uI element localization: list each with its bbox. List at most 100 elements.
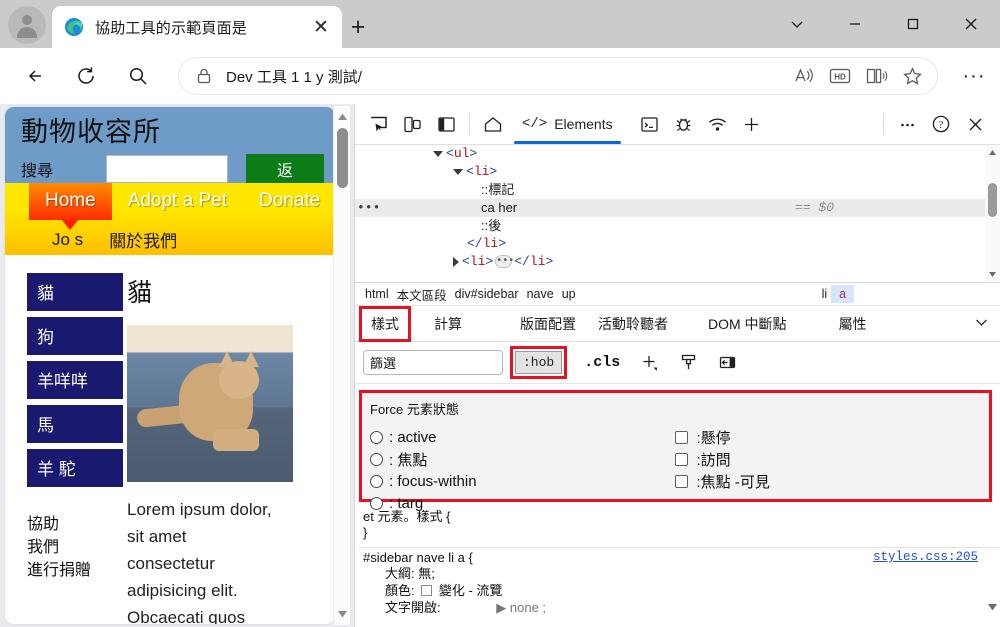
page-scrollbar[interactable]	[333, 106, 350, 625]
css-declaration-outline[interactable]: 大綱: 無;	[363, 565, 1000, 582]
network-wifi-icon[interactable]	[701, 108, 735, 140]
dom-node-ul[interactable]: <ul>	[355, 145, 1000, 163]
checkbox-hover[interactable]	[674, 430, 688, 444]
favorites-star-icon[interactable]	[894, 59, 930, 93]
nav-item-home[interactable]: Home	[29, 183, 112, 220]
page-scrollbar-thumb[interactable]	[337, 128, 348, 188]
help-link-donate[interactable]: 進行捐贈	[27, 559, 127, 582]
tab-styles[interactable]: 樣式	[359, 305, 411, 342]
breadcrumb-item-sidebar[interactable]: div#sidebar	[451, 287, 523, 301]
css-declaration-color-value[interactable]: 變化 - 流覽	[439, 583, 503, 598]
profile-avatar-button[interactable]	[8, 6, 46, 44]
tab-event-listeners[interactable]: 活動聆聽者	[587, 314, 679, 334]
force-state-hov-button[interactable]: :hob	[509, 346, 568, 379]
address-bar[interactable]: Dev 工具 1 1 y 測試/ HD	[178, 57, 938, 95]
css-rule-element-style[interactable]: et 元素。樣式 { }	[359, 504, 1000, 543]
dom-pseudo-before[interactable]: ::標記	[355, 181, 1000, 199]
home-icon[interactable]	[476, 108, 510, 140]
search-icon[interactable]	[120, 58, 156, 94]
scroll-down-arrow-icon[interactable]	[334, 606, 351, 623]
help-icon[interactable]: ?	[924, 108, 958, 140]
checkbox-focus-visible[interactable]	[674, 474, 688, 488]
dock-side-icon[interactable]	[429, 108, 463, 140]
pane-tabs-chevron-down-icon[interactable]	[973, 314, 990, 334]
dom-tree-scrollbar[interactable]	[985, 145, 1000, 282]
styles-filter-input[interactable]: 篩選	[363, 350, 503, 375]
category-dog[interactable]: 狗	[27, 317, 123, 355]
back-icon[interactable]	[18, 58, 54, 94]
dom-scrollbar-thumb[interactable]	[988, 183, 997, 217]
dom-node-li[interactable]: <li>	[355, 163, 1000, 181]
site-search-submit-button[interactable]: 返	[246, 154, 324, 183]
nav-item-adopt[interactable]: Adopt a Pet	[112, 183, 243, 220]
scroll-up-arrow-icon[interactable]	[334, 108, 351, 125]
dom-scroll-down-icon[interactable]	[985, 267, 1000, 282]
help-link-help[interactable]: 協助	[27, 513, 127, 536]
breadcrumb-item-nav[interactable]: nave	[523, 287, 558, 301]
nav-item-about-us[interactable]: 關於我們	[96, 225, 190, 254]
url-text[interactable]: Dev 工具 1 1 y 測試/	[226, 66, 786, 87]
node-badge-dots-icon[interactable]: •••	[357, 199, 380, 217]
css-declaration-outline-value[interactable]: 無;	[418, 566, 435, 581]
tab-layout[interactable]: 版面配置	[509, 314, 587, 334]
inspect-element-icon[interactable]	[361, 108, 395, 140]
read-aloud-icon[interactable]	[786, 59, 822, 93]
reload-icon[interactable]	[68, 58, 104, 94]
css-rule-sidebar-nav-selector[interactable]: #sidebar nave li a {	[363, 550, 473, 565]
tab-dom-breakpoints[interactable]: DOM 中斷點	[697, 314, 798, 334]
browser-tab[interactable]: 協助工具的示範頁面是 ✕	[52, 6, 342, 48]
dom-node-li-close[interactable]: </li>	[355, 235, 1000, 253]
dom-pseudo-after[interactable]: ::後	[355, 217, 1000, 235]
category-horse[interactable]: 馬	[27, 405, 123, 443]
tab-computed[interactable]: 計算	[423, 314, 473, 334]
dom-scroll-up-icon[interactable]	[985, 145, 1000, 160]
tab-actions-chevron-icon[interactable]	[768, 1, 826, 47]
element-classes-cls-button[interactable]: .cls	[584, 354, 620, 371]
immersive-reader-icon[interactable]	[858, 59, 894, 93]
console-icon[interactable]	[633, 108, 667, 140]
help-link-about[interactable]: 我們	[27, 536, 127, 559]
add-panel-icon[interactable]	[735, 108, 769, 140]
css-rules-list[interactable]: et 元素。樣式 { } #sidebar nave li a { styles…	[355, 502, 1000, 619]
hd-icon[interactable]: HD	[822, 59, 858, 93]
minimize-icon[interactable]	[826, 1, 884, 47]
tab-elements[interactable]: </> Elements	[510, 105, 625, 144]
css-rule-sidebar-nav[interactable]: #sidebar nave li a { styles.css:205 大綱: …	[359, 548, 1000, 619]
checkbox-focus-within[interactable]	[370, 474, 383, 488]
css-declaration-color[interactable]: 顏色: 變化 - 流覽	[363, 582, 1000, 599]
color-swatch-icon[interactable]	[421, 585, 433, 596]
site-search-input[interactable]	[106, 154, 228, 183]
force-state-visited[interactable]: :訪問	[674, 448, 980, 470]
debugger-bug-icon[interactable]	[667, 108, 701, 140]
force-state-focus-visible[interactable]: :焦點 -可見	[674, 470, 980, 492]
device-emulation-icon[interactable]	[395, 108, 429, 140]
force-state-focus-within[interactable]: : focus-within	[370, 470, 675, 492]
category-sheep[interactable]: 羊咩咩	[27, 361, 123, 399]
breadcrumb-item-html[interactable]: html	[361, 287, 393, 301]
category-alpaca[interactable]: 羊 駝	[27, 449, 123, 487]
devtools-more-options-icon[interactable]	[890, 108, 924, 140]
new-style-rule-icon[interactable]	[640, 353, 659, 372]
new-tab-button[interactable]: +	[342, 11, 374, 43]
breadcrumb-item-body[interactable]: 本文區段	[393, 285, 451, 304]
css-rule-source-link[interactable]: styles.css:205	[873, 550, 978, 564]
tab-properties[interactable]: 屬性	[828, 314, 878, 334]
breadcrumb-item-ul[interactable]: up	[558, 287, 580, 301]
force-state-hover[interactable]: :懸停	[674, 426, 980, 448]
toggle-computed-sidebar-icon[interactable]	[718, 353, 737, 372]
css-declaration-text-decoration[interactable]: 文字開啟: ▶ none ;	[363, 599, 1000, 616]
maximize-icon[interactable]	[884, 1, 942, 47]
force-state-active[interactable]: : active	[370, 426, 675, 448]
css-rule-element-style-selector[interactable]: et 元素。樣式 {	[363, 506, 1000, 525]
css-rules-scroll-down-icon[interactable]	[987, 600, 998, 615]
category-cat[interactable]: 貓	[27, 273, 123, 311]
nav-item-jobs[interactable]: Jo s	[39, 228, 96, 252]
tab-close-icon[interactable]: ✕	[306, 12, 336, 42]
checkbox-active[interactable]	[370, 430, 383, 444]
nav-item-donate[interactable]: Donate	[243, 183, 335, 220]
dom-tree[interactable]: <ul> <li> ::標記 ••• ca her == $0 ::後 </li…	[355, 145, 1000, 283]
checkbox-visited[interactable]	[674, 452, 688, 466]
dom-node-li-collapsed[interactable]: <li> •••</li>	[355, 253, 1000, 271]
expand-triangle-down-icon[interactable]	[453, 168, 463, 175]
expand-triangle-right-icon[interactable]	[453, 256, 459, 267]
